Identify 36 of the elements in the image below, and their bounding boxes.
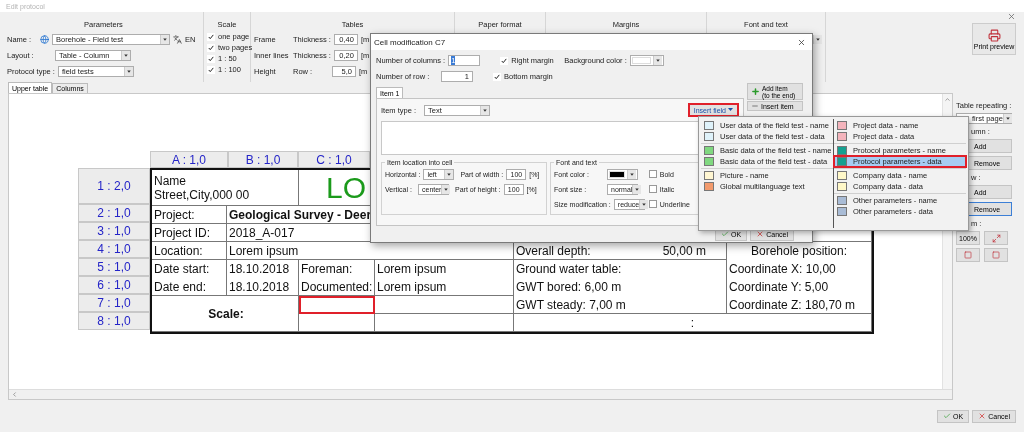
table-cell[interactable]: 18.10.2018	[227, 278, 299, 296]
table-cell[interactable]: :	[514, 314, 872, 332]
table-cell[interactable]: Ground water table:	[514, 260, 727, 278]
table-cell[interactable]: Project ID:	[152, 224, 227, 242]
table-cell[interactable]: Documented:	[299, 278, 375, 296]
table-cell[interactable]: Foreman:	[299, 260, 375, 278]
table-cell[interactable]: Project:	[152, 206, 227, 224]
column-header[interactable]: B : 1,0	[228, 151, 298, 168]
row-header[interactable]: 8 : 1,0	[78, 312, 150, 330]
table-cell[interactable]: Lorem ipsum	[375, 278, 514, 296]
row-header[interactable]: 7 : 1,0	[78, 294, 150, 312]
dialog-title: Cell modification C7	[374, 37, 446, 47]
table-cell[interactable]: GWT steady: 7,00 m	[514, 296, 727, 314]
table-cell[interactable]: Coordinate Z: 180,70 m	[727, 296, 872, 314]
row-header[interactable]: 5 : 1,0	[78, 258, 150, 276]
table-cell[interactable]: Coordinate X: 10,00	[727, 260, 872, 278]
table-cell[interactable]: GWT bored: 6,00 m	[514, 278, 727, 296]
row-header[interactable]: 2 : 1,0	[78, 204, 150, 222]
logo-text: LO	[326, 169, 367, 206]
row-header[interactable]: 4 : 1,0	[78, 240, 150, 258]
row-header[interactable]: 1 : 2,0	[78, 168, 150, 204]
table-cell[interactable]: Lorem ipsum	[375, 260, 514, 278]
table-cell[interactable]: Date end:	[152, 278, 227, 296]
cell-label: Overall depth:	[516, 243, 591, 258]
cell-value: 50,00 m	[662, 243, 706, 258]
row-header[interactable]: 3 : 1,0	[78, 222, 150, 240]
table-cell[interactable]: Coordinate Y: 5,00	[727, 278, 872, 296]
table-cell[interactable]: Name Street,City,000 00	[152, 170, 299, 206]
table-cell[interactable]: Location:	[152, 242, 227, 260]
column-header[interactable]: A : 1,0	[150, 151, 228, 168]
column-header[interactable]: C : 1,0	[298, 151, 370, 168]
row-header[interactable]: 6 : 1,0	[78, 276, 150, 294]
table-cell[interactable]: 18.10.2018	[227, 260, 299, 278]
table-cell[interactable]: Scale:	[152, 296, 299, 332]
address-text: Name Street,City,000 00	[154, 173, 250, 202]
table-cell[interactable]: Date start:	[152, 260, 227, 278]
